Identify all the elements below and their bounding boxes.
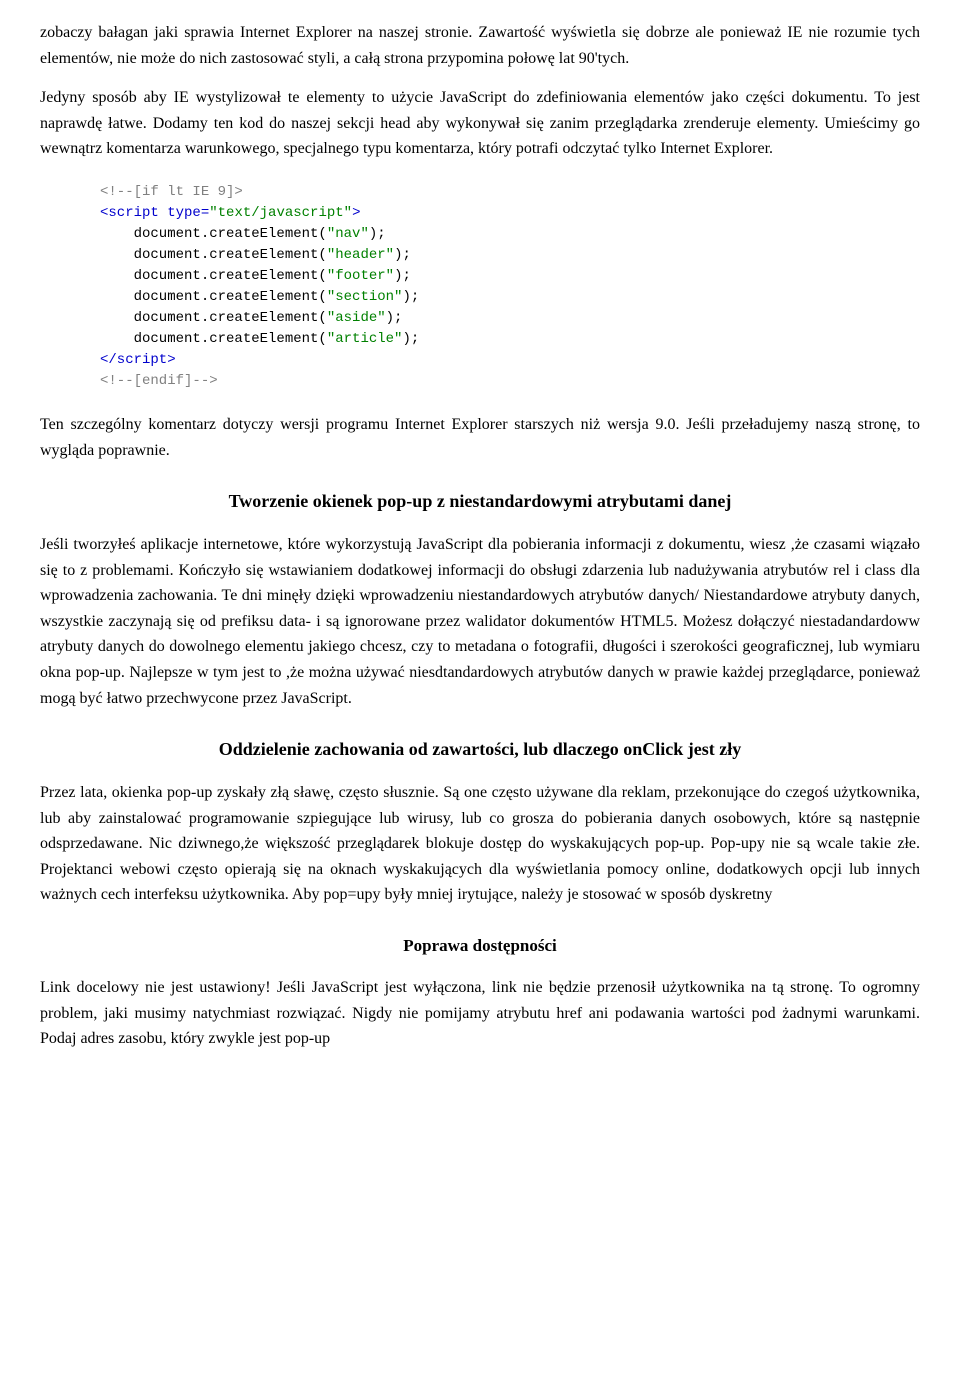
- paragraph-1: zobaczy bałagan jaki sprawia Internet Ex…: [40, 20, 920, 71]
- code-func-2b: );: [394, 247, 411, 263]
- code-string-2: "header": [327, 247, 394, 263]
- paragraph-4: Jeśli tworzyłeś aplikacje internetowe, k…: [40, 532, 920, 711]
- code-attr-type: type=: [167, 205, 209, 221]
- heading-1: Tworzenie okienek pop-up z niestandardow…: [40, 487, 920, 516]
- code-string-3: "footer": [327, 268, 394, 284]
- code-line-4: document.createElement("header");: [100, 245, 860, 266]
- code-tag-script: <script: [100, 205, 167, 221]
- paragraph-6: Link docelowy nie jest ustawiony! Jeśli …: [40, 975, 920, 1052]
- code-line-9: </script>: [100, 350, 860, 371]
- paragraph-2: Jedyny sposób aby IE wystylizował te ele…: [40, 85, 920, 162]
- code-func-3: document.createElement(: [100, 268, 327, 284]
- code-line-1: <!--[if lt IE 9]>: [100, 182, 860, 203]
- code-func-4: document.createElement(: [100, 289, 327, 305]
- code-string-1: "nav": [327, 226, 369, 242]
- code-func-6: document.createElement(: [100, 331, 327, 347]
- article-content: zobaczy bałagan jaki sprawia Internet Ex…: [40, 20, 920, 1052]
- code-func-3b: );: [394, 268, 411, 284]
- code-string-4: "section": [327, 289, 403, 305]
- code-tag-script-end: </script>: [100, 352, 176, 368]
- code-func-6b: );: [402, 331, 419, 347]
- heading-2: Oddzielenie zachowania od zawartości, lu…: [40, 735, 920, 764]
- code-line-6: document.createElement("section");: [100, 287, 860, 308]
- paragraph-5: Przez lata, okienka pop-up zyskały złą s…: [40, 780, 920, 908]
- code-func-5b: );: [386, 310, 403, 326]
- code-comment-2: <!--[endif]-->: [100, 373, 218, 389]
- heading-3: Poprawa dostępności: [40, 932, 920, 959]
- code-line-7: document.createElement("aside");: [100, 308, 860, 329]
- code-comment-1: <!--[if lt IE 9]>: [100, 184, 243, 200]
- code-line-8: document.createElement("article");: [100, 329, 860, 350]
- code-func-5: document.createElement(: [100, 310, 327, 326]
- code-string-6: "article": [327, 331, 403, 347]
- code-attr-type-value: "text/javascript": [209, 205, 352, 221]
- code-func-1b: );: [369, 226, 386, 242]
- code-line-2: <script type="text/javascript">: [100, 203, 860, 224]
- code-block: <!--[if lt IE 9]> <script type="text/jav…: [100, 182, 860, 392]
- code-func-2: document.createElement(: [100, 247, 327, 263]
- code-line-5: document.createElement("footer");: [100, 266, 860, 287]
- code-func-1: document.createElement(: [100, 226, 327, 242]
- code-line-10: <!--[endif]-->: [100, 371, 860, 392]
- code-string-5: "aside": [327, 310, 386, 326]
- paragraph-3: Ten szczególny komentarz dotyczy wersji …: [40, 412, 920, 463]
- code-line-3: document.createElement("nav");: [100, 224, 860, 245]
- code-func-4b: );: [402, 289, 419, 305]
- code-tag-script-close: >: [352, 205, 360, 221]
